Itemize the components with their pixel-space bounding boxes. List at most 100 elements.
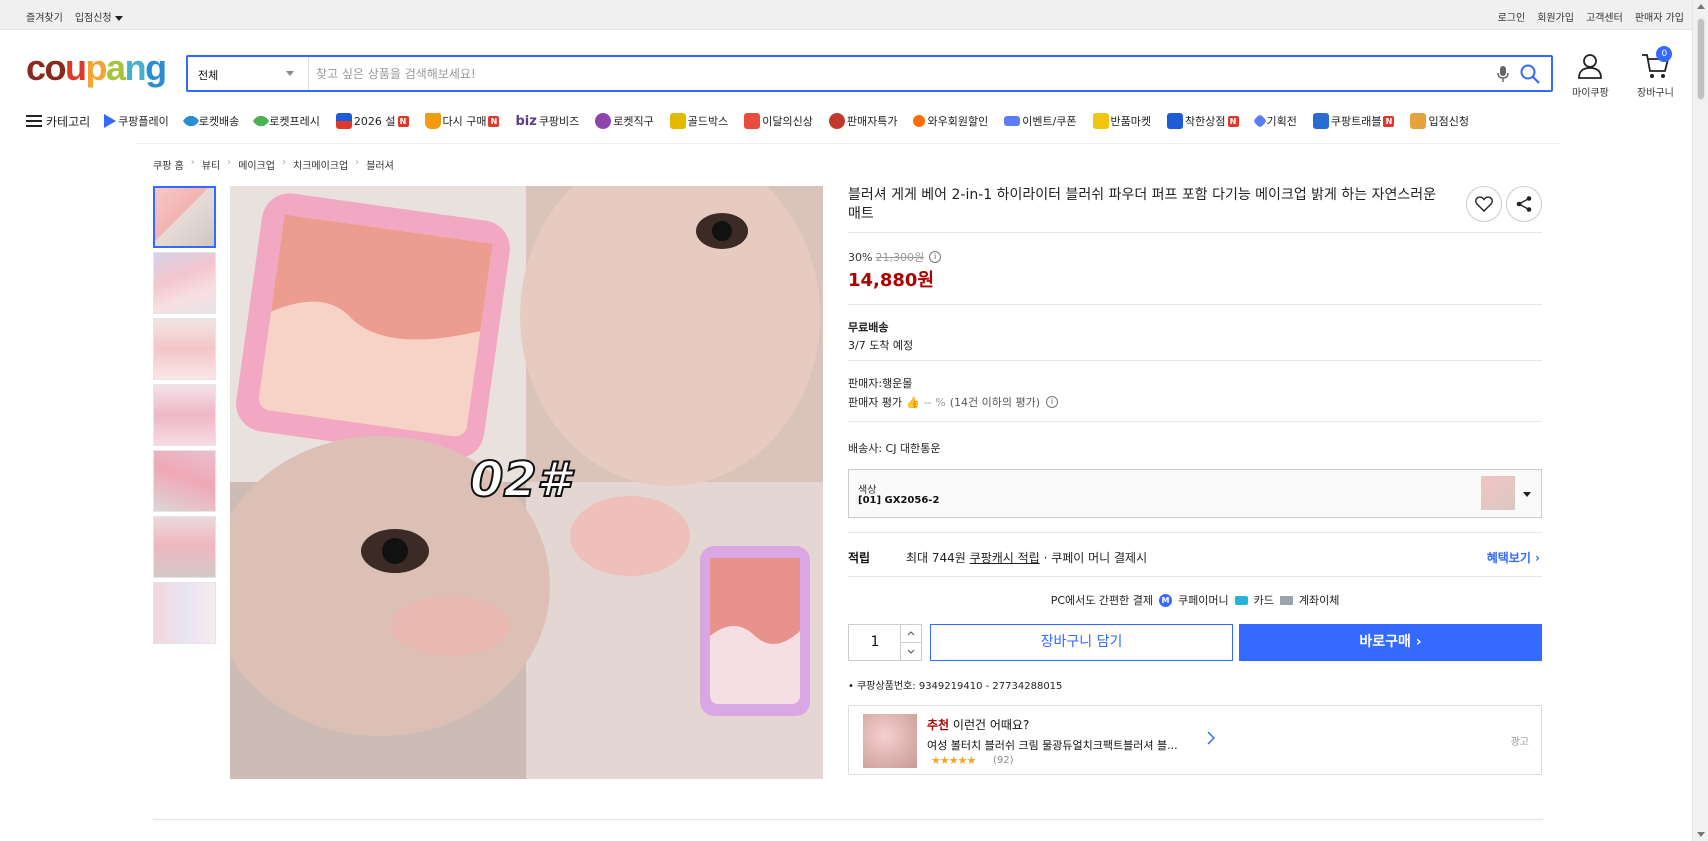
rocket-icon <box>182 112 200 130</box>
scroll-up-arrow[interactable] <box>1697 4 1705 9</box>
cart-link[interactable]: 0 장바구니 <box>1637 46 1674 99</box>
divider <box>848 360 1542 361</box>
vendor-apply-link[interactable]: 입점신청 <box>75 9 123 24</box>
thumbnail[interactable] <box>153 582 216 644</box>
page-scrollbar[interactable] <box>1692 0 1708 841</box>
thumbnail[interactable] <box>153 186 216 248</box>
seller-name[interactable]: 판매자:행운몰 <box>848 375 912 391</box>
add-to-cart-button[interactable]: 장바구니 담기 <box>930 624 1233 661</box>
nav-item-new-arrivals[interactable]: 이달의신상 <box>744 113 813 129</box>
nav-item-rocket-delivery[interactable]: 로켓배송 <box>182 112 240 130</box>
breadcrumb-item[interactable]: 블러셔 <box>366 157 394 172</box>
support-link[interactable]: 고객센터 <box>1586 9 1623 24</box>
biz-icon: biz <box>515 113 537 129</box>
hanbok-icon <box>335 113 352 129</box>
my-coupang-link[interactable]: 마이쿠팡 <box>1572 52 1609 99</box>
nav-item-label: 판매자특가 <box>846 115 898 128</box>
nav-item-coupang-play[interactable]: 쿠팡플레이 <box>104 113 169 129</box>
nav-item-coupang-travel[interactable]: 쿠팡트래블 N <box>1312 113 1395 129</box>
color-option-select[interactable]: 색상 [01] GX2056-2 <box>848 469 1542 518</box>
thumbnail[interactable] <box>153 384 216 446</box>
logo-letter: a <box>106 47 126 88</box>
divider <box>848 532 1542 533</box>
top-utility-bar: 즐겨찾기 입점신청 로그인 회원가입 고객센터 판매자 가입 <box>0 0 1692 30</box>
share-icon <box>1516 196 1532 212</box>
breadcrumb-item[interactable]: 치크메이크업 <box>293 157 348 172</box>
nav-item-goldbox[interactable]: 골드박스 <box>669 113 728 129</box>
nav-item-good-store[interactable]: 착한상점 N <box>1167 113 1239 129</box>
product-main-image[interactable]: 02# <box>230 186 823 779</box>
bank-icon <box>1279 595 1293 605</box>
nav-item-label: 2026 설 <box>353 115 396 128</box>
signup-link[interactable]: 회원가입 <box>1537 9 1574 24</box>
info-icon[interactable]: i <box>1046 396 1058 408</box>
search-input[interactable] <box>316 64 1466 84</box>
view-benefits-link[interactable]: 혜택보기 › <box>1487 549 1540 566</box>
percent-icon <box>828 113 845 129</box>
nav-item-label: 로켓배송 <box>198 115 240 128</box>
nav-item-wow-discount[interactable]: 와우회원할인 <box>913 113 988 129</box>
thumbnail[interactable] <box>153 516 216 578</box>
thumbnail[interactable] <box>153 450 216 512</box>
breadcrumb: 쿠팡 홈 › 뷰티 › 메이크업 › 치크메이크업 › 블러셔 <box>153 157 394 172</box>
breadcrumb-item[interactable]: 뷰티 <box>202 157 220 172</box>
search-bar: 전체 <box>186 55 1553 92</box>
new-badge: N <box>1227 115 1239 127</box>
scrollbar-thumb[interactable] <box>1697 18 1705 100</box>
discount-rate: 30% <box>848 250 873 264</box>
new-badge: N <box>397 115 409 127</box>
logo-letter: u <box>65 47 87 88</box>
thumbnail-list <box>153 186 216 648</box>
nav-item-events-coupons[interactable]: 이벤트/쿠폰 <box>1004 113 1077 129</box>
quantity-increase-button[interactable] <box>900 625 921 643</box>
nav-item-label: 쿠팡트래블 <box>1330 115 1382 128</box>
nav-item-vendor-apply[interactable]: 입점신청 <box>1410 113 1469 129</box>
category-menu-button[interactable]: 카테고리 <box>26 113 90 130</box>
carrier: 배송사: CJ 대한통운 <box>848 442 941 455</box>
reward-label: 적립 <box>848 551 871 565</box>
login-link[interactable]: 로그인 <box>1498 9 1526 24</box>
product-number-text: 쿠팡상품번호: 9349219410 - 27734288015 <box>857 681 1063 692</box>
bookmark-link[interactable]: 즐겨찾기 <box>26 9 63 24</box>
search-icon[interactable] <box>1519 63 1541 85</box>
scroll-down-arrow[interactable] <box>1697 832 1705 837</box>
breadcrumb-item[interactable]: 메이크업 <box>238 157 275 172</box>
buy-now-button[interactable]: 바로구매 › <box>1239 624 1542 661</box>
nav-item-rocket-fresh[interactable]: 로켓프레시 <box>252 112 320 130</box>
chevron-right-icon: › <box>282 157 286 168</box>
divider <box>848 232 1542 233</box>
product-photo: 02# <box>230 186 823 779</box>
nav-item-label: 입점신청 <box>1428 115 1469 128</box>
info-icon[interactable]: i <box>929 251 942 263</box>
recommendation-title-highlight: 추천 <box>927 718 950 732</box>
nav-item-label: 반품마켓 <box>1110 115 1152 128</box>
nav-item-seller-deals[interactable]: 판매자특가 <box>828 113 898 129</box>
rocket-fresh-icon <box>252 112 270 130</box>
breadcrumb-item[interactable]: 쿠팡 홈 <box>153 157 184 172</box>
microphone-icon[interactable] <box>1495 65 1511 83</box>
thumbnail[interactable] <box>153 318 216 380</box>
coupang-cash-link[interactable]: 쿠팡캐시 적립 <box>970 551 1040 565</box>
share-button[interactable] <box>1506 186 1542 222</box>
quantity-input[interactable]: 1 <box>849 625 901 660</box>
recommendation-card[interactable]: 추천 이런건 어때요? 여성 볼터치 블러쉬 크림 물광듀얼치크팩트블러셔 블.… <box>848 705 1542 775</box>
nav-item-rebuy[interactable]: 다시 구매 N <box>424 113 500 129</box>
review-count: (92) <box>993 755 1014 766</box>
quantity-stepper: 1 <box>848 624 922 661</box>
search-category-select[interactable]: 전체 <box>188 57 309 90</box>
wishlist-button[interactable] <box>1466 186 1502 222</box>
payment-method: 쿠페이머니 <box>1177 594 1229 607</box>
chevron-right-icon <box>1207 731 1215 745</box>
basket-icon <box>424 113 441 129</box>
nav-item-return-market[interactable]: 반품마켓 <box>1092 113 1152 129</box>
seller-signup-link[interactable]: 판매자 가입 <box>1635 9 1684 24</box>
coupang-logo[interactable]: coupang <box>26 47 167 88</box>
cart-label: 장바구니 <box>1637 88 1674 99</box>
thumbnail[interactable] <box>153 252 216 314</box>
quantity-decrease-button[interactable] <box>900 643 921 660</box>
nav-item-coupang-biz[interactable]: biz 쿠팡비즈 <box>515 113 579 129</box>
nav-item-promotions[interactable]: 기획전 <box>1252 113 1297 129</box>
nav-item-2026-seol[interactable]: 2026 설N <box>335 113 409 129</box>
nav-item-rocket-global[interactable]: 로켓직구 <box>595 113 654 129</box>
category-label: 카테고리 <box>46 114 91 129</box>
